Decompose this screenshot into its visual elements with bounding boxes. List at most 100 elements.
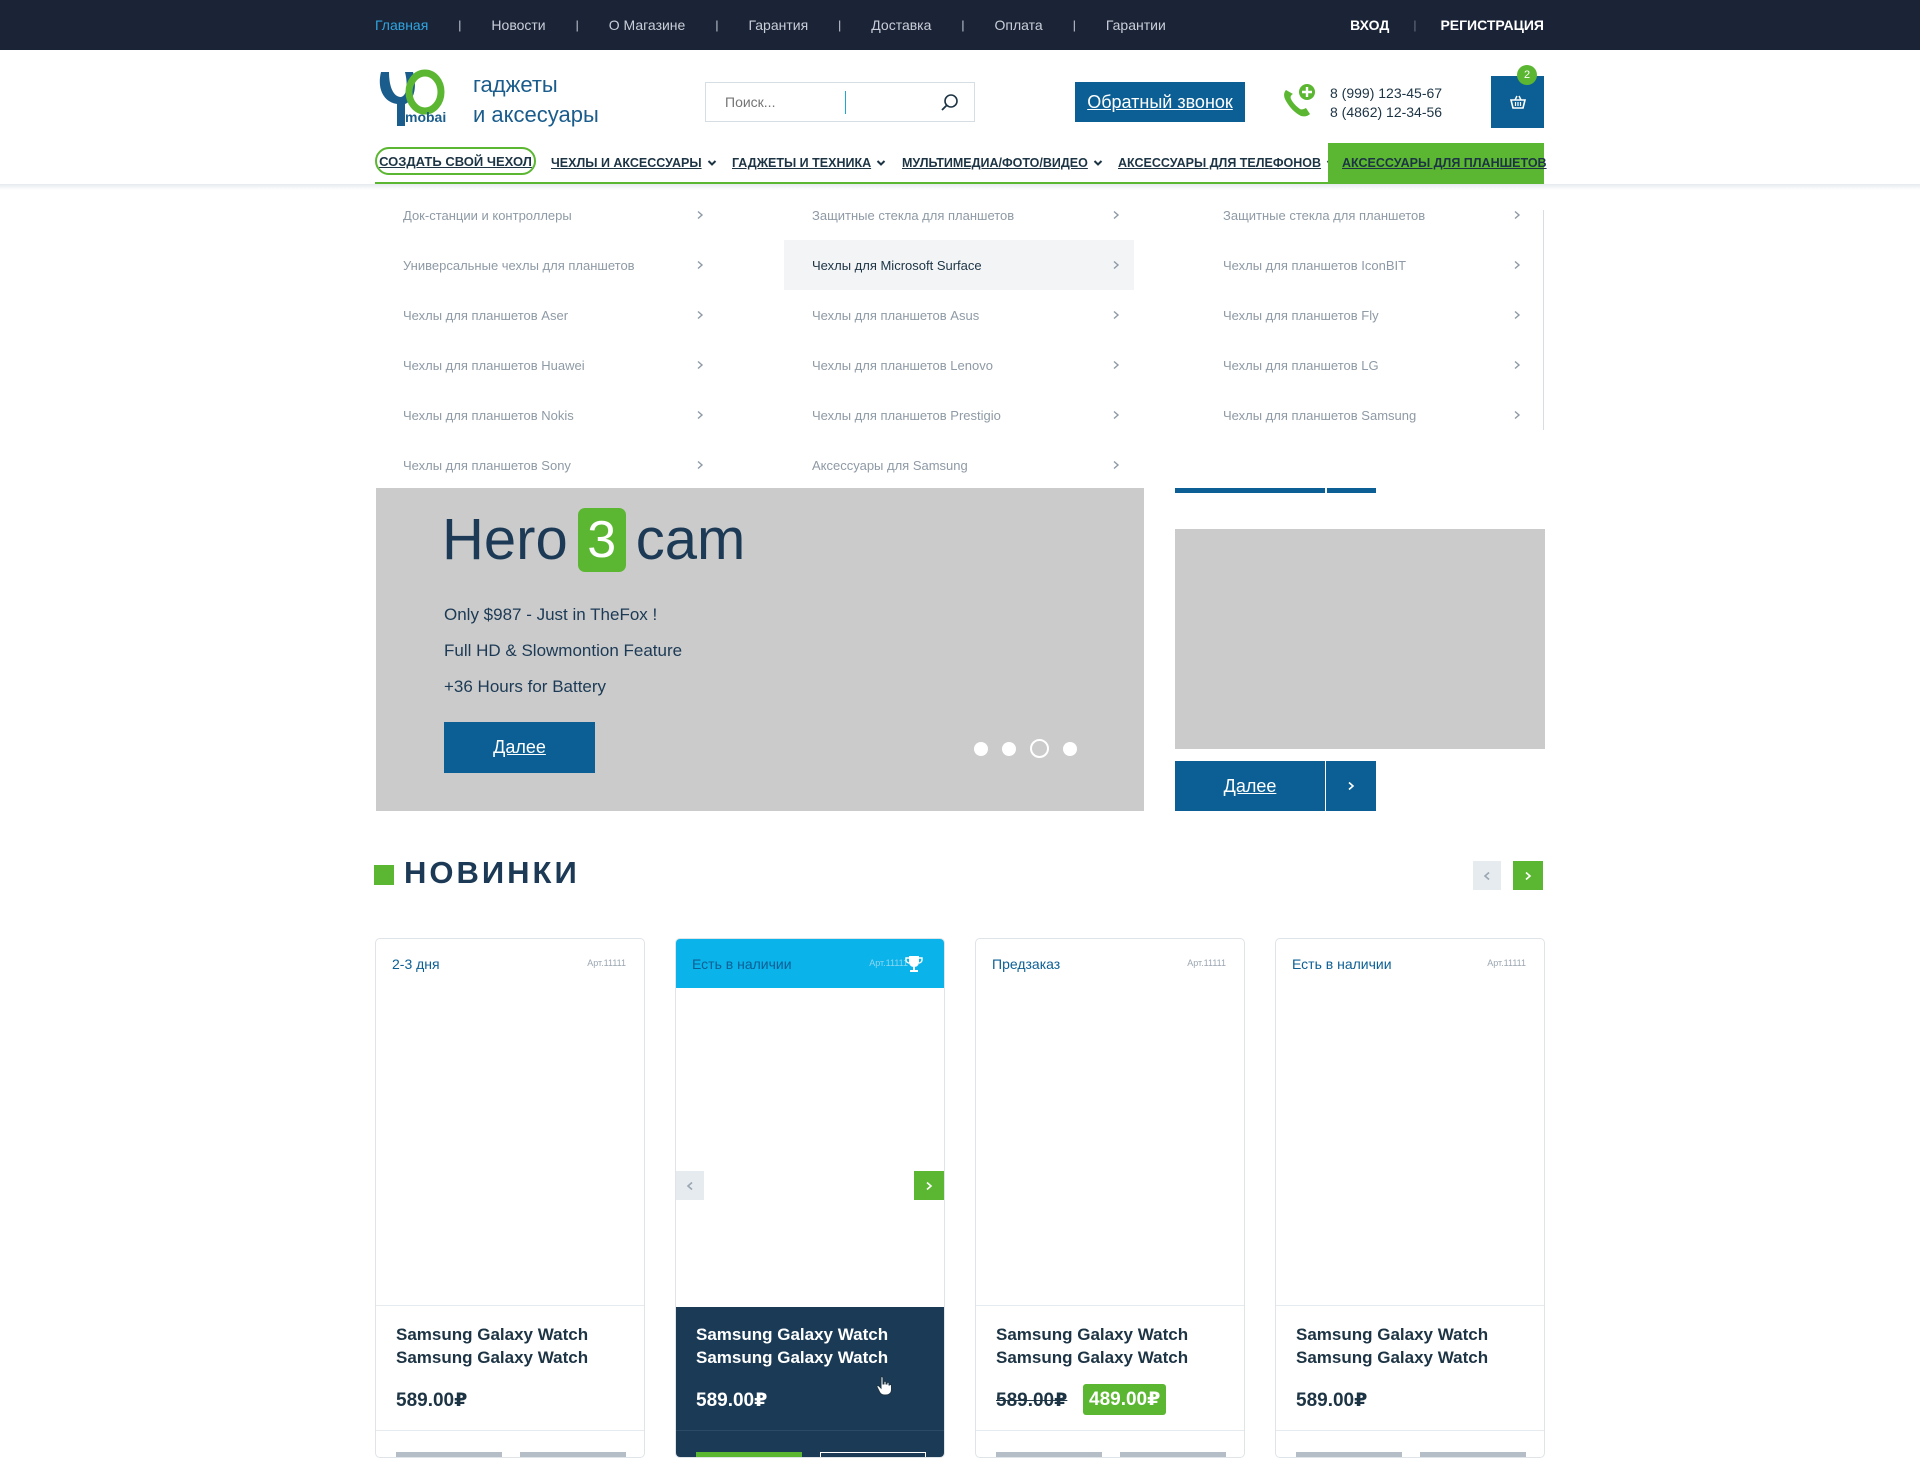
card-action-button[interactable]	[1120, 1452, 1226, 1457]
mega-item-label: Аксессуары для Samsung	[812, 457, 968, 473]
cat-phone-accessories[interactable]: АКСЕССУАРЫ ДЛЯ ТЕЛЕФОНОВ	[1118, 143, 1336, 183]
product-image[interactable]	[1276, 988, 1544, 1306]
details-button[interactable]	[820, 1452, 926, 1457]
mega-item[interactable]: Защитные стекла для планшетов	[784, 190, 1134, 240]
mega-item[interactable]: Защитные стекла для планшетов	[1195, 190, 1535, 240]
card-divider	[376, 1430, 644, 1431]
article-number: Арт.11111	[1187, 958, 1226, 968]
buy-button[interactable]	[696, 1452, 802, 1457]
tagline-line-2: и аксесуары	[473, 102, 599, 127]
top-nav-about[interactable]: О Магазине	[609, 17, 686, 33]
side-banner-image[interactable]	[1175, 529, 1545, 749]
mega-item[interactable]: Аксессуары для Samsung	[784, 440, 1134, 490]
card-divider	[676, 1430, 944, 1431]
cat-cases-accessories[interactable]: ЧЕХЛЫ И АКСЕССУАРЫ	[551, 143, 717, 183]
product-price: 589.00₽	[1296, 1390, 1368, 1411]
mega-item-label: Универсальные чехлы для планшетов	[403, 257, 635, 273]
product-card-featured[interactable]: Есть в наличии Арт.11111 Samsung Galaxy …	[675, 938, 945, 1458]
chevron-down-icon	[876, 160, 886, 166]
product-card[interactable]: Предзаказ Арт.11111 Samsung Galaxy Watch…	[975, 938, 1245, 1458]
product-name[interactable]: Samsung Galaxy Watch Samsung Galaxy Watc…	[396, 1323, 626, 1369]
hero-line: Only $987 - Just in TheFox !	[444, 605, 658, 624]
mega-item-label: Док-станции и контроллеры	[403, 207, 572, 223]
mega-item[interactable]: Универсальные чехлы для планшетов	[375, 240, 718, 290]
product-card[interactable]: Есть в наличии Арт.11111 Samsung Galaxy …	[1275, 938, 1545, 1458]
top-nav-home[interactable]: Главная	[375, 17, 428, 33]
gallery-next-button[interactable]	[914, 1171, 944, 1200]
mega-item[interactable]: Чехлы для планшетов Sony	[375, 440, 718, 490]
side-banner-tab[interactable]	[1327, 488, 1376, 493]
side-banner-next-button[interactable]	[1326, 761, 1376, 811]
carousel-next-button[interactable]	[1513, 861, 1543, 890]
mega-item[interactable]: Чехлы для планшетов Asus	[784, 290, 1134, 340]
carousel-prev-button[interactable]	[1473, 861, 1501, 890]
product-name[interactable]: Samsung Galaxy Watch Samsung Galaxy Watc…	[996, 1323, 1226, 1369]
top-nav-news[interactable]: Новости	[491, 17, 545, 33]
slider-dot[interactable]	[1002, 741, 1016, 756]
side-banner-more-button[interactable]: Далее	[1175, 761, 1325, 811]
mega-item-label: Чехлы для планшетов Asus	[812, 307, 980, 323]
callback-button[interactable]: Обратный звонок	[1075, 82, 1245, 122]
mega-item[interactable]: Чехлы для планшетов Fly	[1195, 290, 1535, 340]
create-case-button[interactable]: СОЗДАТЬ СВОЙ ЧЕХОЛ	[375, 147, 536, 175]
mega-item[interactable]: Чехлы для планшетов IconBIT	[1195, 240, 1535, 290]
mega-item[interactable]: Чехлы для планшетов Samsung	[1195, 390, 1535, 440]
register-link[interactable]: РЕГИСТРАЦИЯ	[1440, 17, 1544, 33]
hero-features: Only $987 - Just in TheFox ! Full HD & S…	[444, 597, 682, 705]
top-nav-delivery[interactable]: Доставка	[871, 17, 931, 33]
hero-more-button[interactable]: Далее	[444, 722, 595, 773]
top-nav-warranty[interactable]: Гарантия	[748, 17, 808, 33]
phone-number-1[interactable]: 8 (999) 123-45-67	[1330, 84, 1442, 103]
product-image-gallery[interactable]	[676, 988, 944, 1306]
mega-item[interactable]: Чехлы для планшетов Lenovo	[784, 340, 1134, 390]
slider-dot[interactable]	[974, 741, 988, 756]
slider-dot[interactable]	[1063, 741, 1077, 756]
search-icon[interactable]	[940, 93, 960, 113]
slider-dot-active[interactable]	[1030, 739, 1049, 758]
cart-button[interactable]	[1491, 76, 1544, 128]
mega-item[interactable]: Чехлы для планшетов Huawei	[375, 340, 718, 390]
chevron-right-icon	[697, 260, 704, 270]
product-image[interactable]	[976, 988, 1244, 1306]
card-action-button[interactable]	[1420, 1452, 1526, 1457]
card-action-button[interactable]	[396, 1452, 502, 1457]
phone-plus-icon[interactable]	[1280, 82, 1318, 120]
search-input[interactable]	[706, 94, 846, 110]
phone-number-2[interactable]: 8 (4862) 12-34-56	[1330, 103, 1442, 122]
logo[interactable]: mobail	[375, 68, 450, 130]
chevron-right-icon	[1514, 210, 1521, 220]
category-nav: СОЗДАТЬ СВОЙ ЧЕХОЛ ЧЕХЛЫ И АКСЕССУАРЫ ГА…	[375, 143, 1547, 183]
mega-item[interactable]: Чехлы для планшетов Nokis	[375, 390, 718, 440]
mega-item[interactable]: Чехлы для планшетов LG	[1195, 340, 1535, 390]
card-action-button[interactable]	[520, 1452, 626, 1457]
product-name[interactable]: Samsung Galaxy Watch Samsung Galaxy Watc…	[1296, 1323, 1526, 1369]
mega-menu: Док-станции и контроллеры Универсальные …	[375, 190, 1544, 480]
top-nav-guarantees[interactable]: Гарантии	[1106, 17, 1166, 33]
product-image[interactable]	[376, 988, 644, 1306]
hand-cursor-icon	[876, 1376, 892, 1396]
cat-tablet-accessories[interactable]: АКСЕССУАРЫ ДЛЯ ПЛАНШЕТОВ	[1328, 143, 1547, 183]
chevron-left-icon	[1483, 871, 1490, 880]
cat-gadgets-tech[interactable]: ГАДЖЕТЫ И ТЕХНИКА	[732, 143, 886, 183]
gallery-prev-button[interactable]	[676, 1171, 704, 1200]
mega-item-label: Чехлы для планшетов Lenovo	[812, 357, 993, 373]
top-nav-payment[interactable]: Оплата	[995, 17, 1043, 33]
product-card[interactable]: 2-3 дня Арт.11111 Samsung Galaxy Watch S…	[375, 938, 645, 1458]
card-action-button[interactable]	[996, 1452, 1102, 1457]
side-banner-tab[interactable]	[1175, 488, 1325, 493]
card-action-button[interactable]	[1296, 1452, 1402, 1457]
card-header: 2-3 дня Арт.11111	[376, 939, 644, 988]
top-nav-separator: |	[838, 18, 842, 32]
hero-slider: Hero 3 cam Only $987 - Just in TheFox ! …	[376, 488, 1144, 811]
mega-item[interactable]: Чехлы для планшетов Aser	[375, 290, 718, 340]
mega-item[interactable]: Чехлы для планшетов Prestigio	[784, 390, 1134, 440]
mega-item-hovered[interactable]: Чехлы для Microsoft Surface	[784, 240, 1134, 290]
tagline-line-1: гаджеты	[473, 72, 558, 97]
product-name[interactable]: Samsung Galaxy Watch Samsung Galaxy Watc…	[696, 1323, 926, 1369]
chevron-right-icon	[1113, 260, 1120, 270]
mega-item[interactable]: Док-станции и контроллеры	[375, 190, 718, 240]
card-header: Есть в наличии Арт.11111	[1276, 939, 1544, 988]
hero-line: +36 Hours for Battery	[444, 677, 607, 696]
login-link[interactable]: ВХОД	[1350, 17, 1389, 33]
cat-multimedia[interactable]: МУЛЬТИМЕДИА/ФОТО/ВИДЕО	[902, 143, 1103, 183]
